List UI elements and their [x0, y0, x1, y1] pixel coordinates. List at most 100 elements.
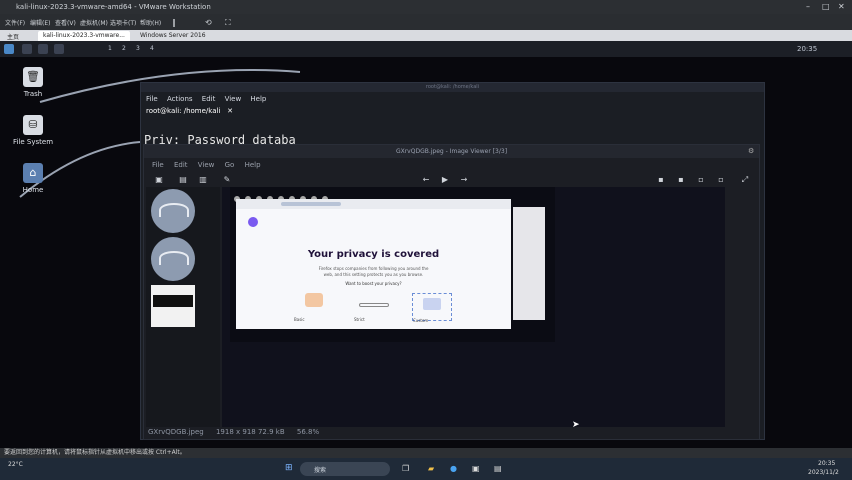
menu-vm[interactable]: 虚拟机(M) [80, 18, 108, 27]
thumbnail-sidebar [146, 187, 220, 427]
viewer-menu-view[interactable]: View [198, 161, 215, 169]
viewer-menu-file[interactable]: File [152, 161, 164, 169]
file-explorer-icon[interactable]: ▰ [428, 464, 434, 473]
terminal-menu-actions[interactable]: Actions [167, 95, 193, 103]
terminal-menu: File Actions Edit View Help [146, 95, 273, 103]
next-icon[interactable]: → [459, 175, 469, 185]
image-viewer-statusbar: GXrvQDGB.jpeg 1918 x 918 72.9 kB 56.8% [148, 428, 329, 436]
desktop-icon-filesystem[interactable]: ⛁ File System [8, 115, 58, 146]
workspace-4[interactable]: 4 [150, 45, 154, 52]
terminal-menu-help[interactable]: Help [250, 95, 266, 103]
previous-icon[interactable]: ← [421, 175, 431, 185]
menu-file[interactable]: 文件(F) [5, 18, 25, 27]
viewer-menu-help[interactable]: Help [245, 161, 261, 169]
windows-taskbar: 22°C ⊞ 搜索 ❐ ▰ ● ▣ ▤ 20:35 2023/11/2 [0, 458, 852, 480]
weather-widget[interactable]: 22°C [8, 461, 23, 468]
settings-icon[interactable]: ⚙ [748, 147, 754, 155]
drive-icon: ⛁ [23, 115, 43, 135]
custom-illustration-icon [423, 298, 441, 310]
open-icon[interactable]: ▣ [154, 175, 164, 185]
vmware-title-bar: kali-linux-2023.3-vmware-amd64 - VMware … [0, 0, 852, 14]
app-taskbar-icon[interactable]: ▤ [494, 464, 502, 473]
firefox-privacy-page: Your privacy is covered Firefox stops co… [236, 199, 511, 329]
play-icon[interactable]: ▶ [440, 175, 450, 185]
kali-menu-icon[interactable] [4, 44, 14, 54]
viewer-menu-go[interactable]: Go [225, 161, 235, 169]
taskbar-date[interactable]: 2023/11/2 [808, 469, 839, 476]
fullscreen-toggle-icon[interactable]: ⤢ [740, 175, 750, 185]
workspace-2[interactable]: 2 [122, 45, 126, 52]
desktop-icon-trash[interactable]: 🗑 Trash [8, 67, 58, 98]
window-title: kali-linux-2023.3-vmware-amd64 - VMware … [16, 3, 211, 11]
zoom-fit-icon[interactable]: ▫ [696, 175, 706, 185]
menu-view[interactable]: 查看(V) [55, 18, 76, 27]
basic-illustration-icon [305, 293, 323, 307]
image-canvas[interactable]: Your privacy is covered Firefox stops co… [222, 187, 725, 427]
screenshot-side-panel [513, 207, 545, 320]
save-icon[interactable]: ▤ [178, 175, 188, 185]
image-viewer-title: GXrvQDGB.jpeg - Image Viewer [3/3] [144, 145, 759, 158]
edit-icon[interactable]: ✎ [222, 175, 232, 185]
mouse-cursor-icon: ➤ [572, 420, 580, 430]
strict-illustration-icon [359, 303, 389, 307]
option-custom[interactable]: Custom [412, 293, 452, 323]
image-viewer-window[interactable]: GXrvQDGB.jpeg - Image Viewer [3/3] ⚙ Fil… [143, 144, 760, 440]
start-icon[interactable]: ⊞ [285, 463, 295, 473]
vmware-tab-bar: 主页 kali-linux-2023.3-vmware... Windows S… [0, 30, 852, 41]
browser-launcher-icon[interactable] [54, 44, 64, 54]
terminal-title: root@kali: /home/kali [141, 83, 764, 92]
displayed-screenshot: Your privacy is covered Firefox stops co… [230, 187, 555, 342]
snapshot-icon[interactable]: ⟲ [205, 18, 212, 27]
pause-icon[interactable]: ‖ [172, 18, 176, 27]
terminal-tab[interactable]: root@kali: /home/kali ✕ [146, 107, 233, 115]
terminal-launcher-icon[interactable] [22, 44, 32, 54]
thumbnail-1[interactable] [151, 189, 195, 233]
privacy-question: Want to boost your privacy? [345, 281, 402, 286]
menu-help[interactable]: 帮助(H) [140, 18, 161, 27]
workspace-3[interactable]: 3 [136, 45, 140, 52]
terminal-menu-edit[interactable]: Edit [202, 95, 216, 103]
status-filename: GXrvQDGB.jpeg [148, 428, 204, 436]
task-view-icon[interactable]: ❐ [402, 464, 409, 473]
vmware-taskbar-icon[interactable]: ▣ [472, 464, 480, 473]
viewer-menu-edit[interactable]: Edit [174, 161, 188, 169]
tab-windows-server[interactable]: Windows Server 2016 [135, 31, 211, 41]
privacy-subtitle: Firefox stops companies from following y… [318, 266, 429, 277]
maximize-icon[interactable]: □ [822, 2, 830, 11]
vmware-menu-bar: 文件(F) 编辑(E) 查看(V) 虚拟机(M) 选项卡(T) 帮助(H) ‖ … [0, 14, 852, 30]
tab-home[interactable]: 主页 [2, 31, 24, 41]
workspace-1[interactable]: 1 [108, 45, 112, 52]
panel-clock[interactable]: 20:35 [797, 45, 817, 53]
status-dimensions: 1918 x 918 72.9 kB [215, 428, 285, 436]
minimize-icon[interactable]: – [806, 2, 810, 11]
fullscreen-icon[interactable]: ⛶ [225, 18, 231, 28]
vmware-status-text: 要返回到您的计算机，请将鼠标指针从虚拟机中移出或按 Ctrl+Alt。 [4, 449, 186, 456]
menu-tabs[interactable]: 选项卡(T) [110, 18, 136, 27]
zoom-in-icon[interactable]: ▪ [656, 175, 666, 185]
menu-edit[interactable]: 编辑(E) [30, 18, 50, 27]
zoom-100-icon[interactable]: ▫ [716, 175, 726, 185]
trash-icon: 🗑 [23, 67, 43, 87]
edge-icon[interactable]: ● [450, 464, 457, 473]
home-folder-icon: ⌂ [23, 163, 43, 183]
tab-kali[interactable]: kali-linux-2023.3-vmware... [38, 31, 130, 41]
close-icon[interactable]: ✕ [838, 2, 845, 11]
thumbnail-3[interactable] [151, 285, 195, 327]
files-launcher-icon[interactable] [38, 44, 48, 54]
option-basic[interactable]: Basic [294, 293, 334, 322]
zoom-out-icon[interactable]: ▪ [676, 175, 686, 185]
screenshot-toolbar [232, 189, 362, 202]
terminal-menu-view[interactable]: View [225, 95, 242, 103]
kali-top-panel: 1 2 3 4 20:35 [0, 41, 852, 57]
terminal-menu-file[interactable]: File [146, 95, 158, 103]
delete-icon[interactable]: ▥ [198, 175, 208, 185]
taskbar-time[interactable]: 20:35 [818, 460, 835, 467]
thumbnail-2[interactable] [151, 237, 195, 281]
firefox-url-bar [281, 202, 341, 206]
option-strict[interactable]: Strict [354, 293, 394, 322]
taskbar-search[interactable]: 搜索 [300, 462, 390, 476]
close-tab-icon[interactable]: ✕ [223, 107, 233, 115]
firefox-tab-bar [236, 199, 511, 209]
desktop-icon-home[interactable]: ⌂ Home [8, 163, 58, 194]
vmware-status-bar: 要返回到您的计算机，请将鼠标指针从虚拟机中移出或按 Ctrl+Alt。 [0, 448, 852, 458]
